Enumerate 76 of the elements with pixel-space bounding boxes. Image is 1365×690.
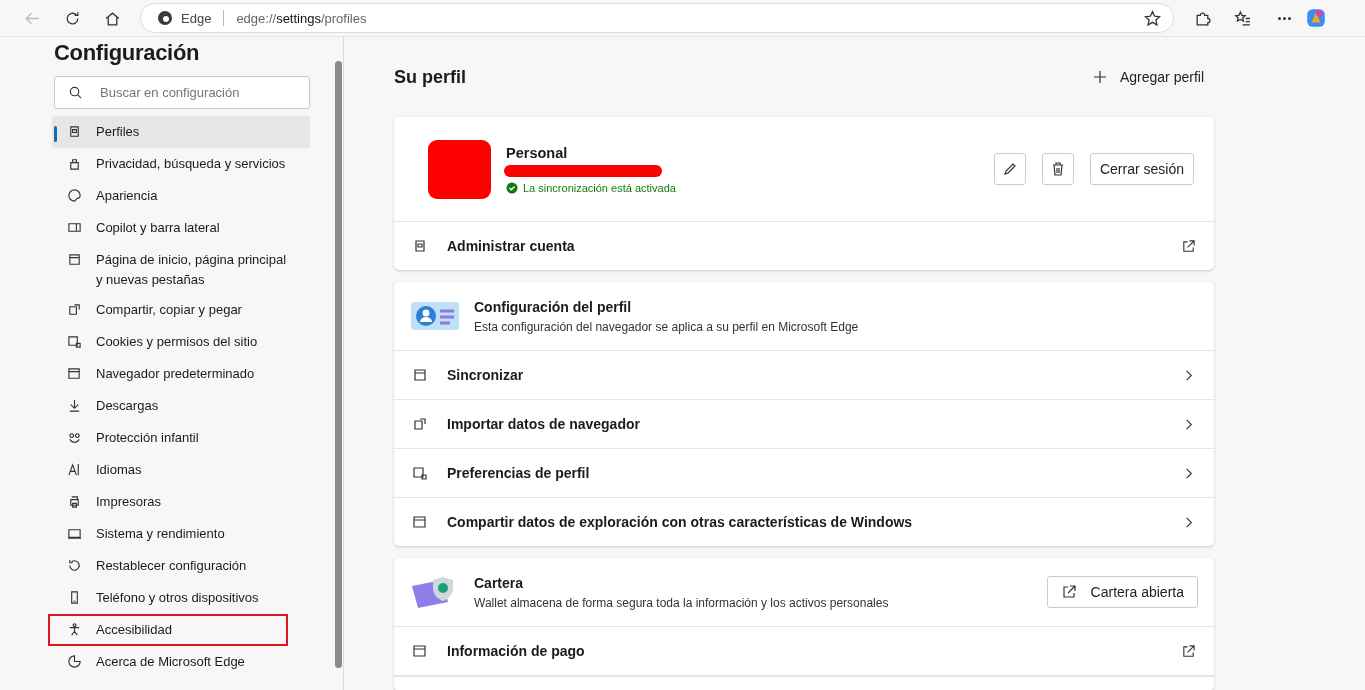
settings-row[interactable]: Administrar cuenta <box>394 222 1214 270</box>
sidebar-item[interactable]: Restablecer configuración <box>52 550 310 582</box>
profile-name: Personal <box>506 144 569 161</box>
row-icon <box>412 514 428 530</box>
sidebar-item[interactable]: Protección infantil <box>52 422 310 454</box>
reload-icon[interactable] <box>64 9 81 27</box>
delete-button[interactable] <box>1041 153 1074 185</box>
sidebar-item[interactable]: Acerca de Microsoft Edge <box>52 646 310 678</box>
menu-item-icon <box>67 334 82 349</box>
sidebar-item[interactable]: Sistema y rendimiento <box>52 518 310 550</box>
row-icon <box>412 416 428 432</box>
menu-item-icon <box>67 156 82 171</box>
sign-out-button[interactable]: Cerrar sesión <box>1089 153 1194 185</box>
external-link-icon <box>1060 584 1077 600</box>
menu-item-icon <box>67 252 82 267</box>
avatar-placeholder <box>428 139 491 199</box>
settings-row[interactable]: Compartir datos de exploración con otras características de Windows <box>394 498 1214 546</box>
external-link-icon <box>1181 238 1196 254</box>
home-icon[interactable] <box>104 9 121 27</box>
menu-item-icon <box>67 622 82 637</box>
star-icon[interactable] <box>1144 9 1161 27</box>
address-bar[interactable]: Edge edge://settings/profiles <box>140 3 1174 33</box>
row-icon <box>412 238 428 254</box>
menu-item-icon <box>67 366 82 381</box>
plus-icon <box>1091 69 1108 85</box>
search-icon <box>68 85 83 100</box>
section-description: Esta configuración del navegador se aplica a su perfil en Microsoft Edge <box>474 319 860 334</box>
row-icon <box>412 367 428 383</box>
open-wallet-button[interactable]: Cartera abierta <box>1046 576 1198 608</box>
settings-row[interactable]: Información de pago <box>394 627 1214 676</box>
section-description: Wallet almacena de forma segura toda la información y los activos personales <box>474 595 890 610</box>
sidebar-item[interactable]: Idiomas <box>52 454 310 486</box>
sidebar-item[interactable]: Impresoras <box>52 486 310 518</box>
pencil-icon <box>1001 161 1018 177</box>
menu-item-icon <box>67 124 82 139</box>
settings-row[interactable]: Sincronizar <box>394 351 1214 400</box>
url-text: edge://settings/profiles <box>236 10 368 26</box>
edit-button[interactable] <box>993 153 1026 185</box>
browser-logo-icon <box>157 10 173 26</box>
sync-status-text: La sincronización está activada <box>523 181 676 194</box>
menu-item-icon <box>67 526 82 541</box>
page-title: Su perfil <box>394 66 466 88</box>
sidebar-item[interactable]: Apariencia <box>52 180 310 212</box>
menu-item-icon <box>67 558 82 573</box>
search-field[interactable]: Buscar en configuración <box>54 76 310 109</box>
row-icon <box>412 465 428 481</box>
settings-row[interactable]: Preferencias de perfil <box>394 449 1214 498</box>
menu-item-icon <box>67 654 82 669</box>
sidebar-item[interactable]: Página de inicio, página principal y nuevas pestañas <box>52 244 310 294</box>
section-title: Cartera <box>474 574 525 591</box>
colorful-logo-icon[interactable] <box>1305 7 1327 29</box>
menu-item-icon <box>67 430 82 445</box>
menu-item-icon <box>67 302 82 317</box>
favorites-icon[interactable] <box>1234 9 1251 27</box>
menu-item-icon <box>67 462 82 477</box>
menu-item-icon <box>67 398 82 413</box>
sidebar-item[interactable]: Navegador predeterminado <box>52 358 310 390</box>
sidebar-item[interactable]: Perfiles <box>52 116 310 148</box>
settings-row[interactable]: Importar datos de navegador <box>394 400 1214 449</box>
menu-item-icon <box>67 494 82 509</box>
scrollbar-thumb[interactable] <box>335 61 342 668</box>
sidebar-item[interactable]: Privacidad, búsqueda y servicios <box>52 148 310 180</box>
sidebar-item[interactable]: Compartir, copiar y pegar <box>52 294 310 326</box>
external-link-icon <box>1181 643 1196 659</box>
sidebar-item[interactable]: Teléfono y otros dispositivos <box>52 582 310 614</box>
menu-item-icon <box>67 220 82 235</box>
menu-item-icon <box>67 188 82 203</box>
row-icon <box>412 643 428 659</box>
sidebar-item[interactable]: Cookies y permisos del sitio <box>52 326 310 358</box>
sidebar-item[interactable]: Descargas <box>52 390 310 422</box>
section-title: Configuración del perfil <box>474 298 633 315</box>
add-profile-button[interactable]: Agregar perfil <box>1091 69 1214 85</box>
sidebar-item[interactable]: Accesibilidad <box>48 614 288 646</box>
sidebar-title: Configuración <box>54 40 201 66</box>
sidebar-item[interactable]: Copilot y barra lateral <box>52 212 310 244</box>
site-label: Edge <box>181 10 212 26</box>
